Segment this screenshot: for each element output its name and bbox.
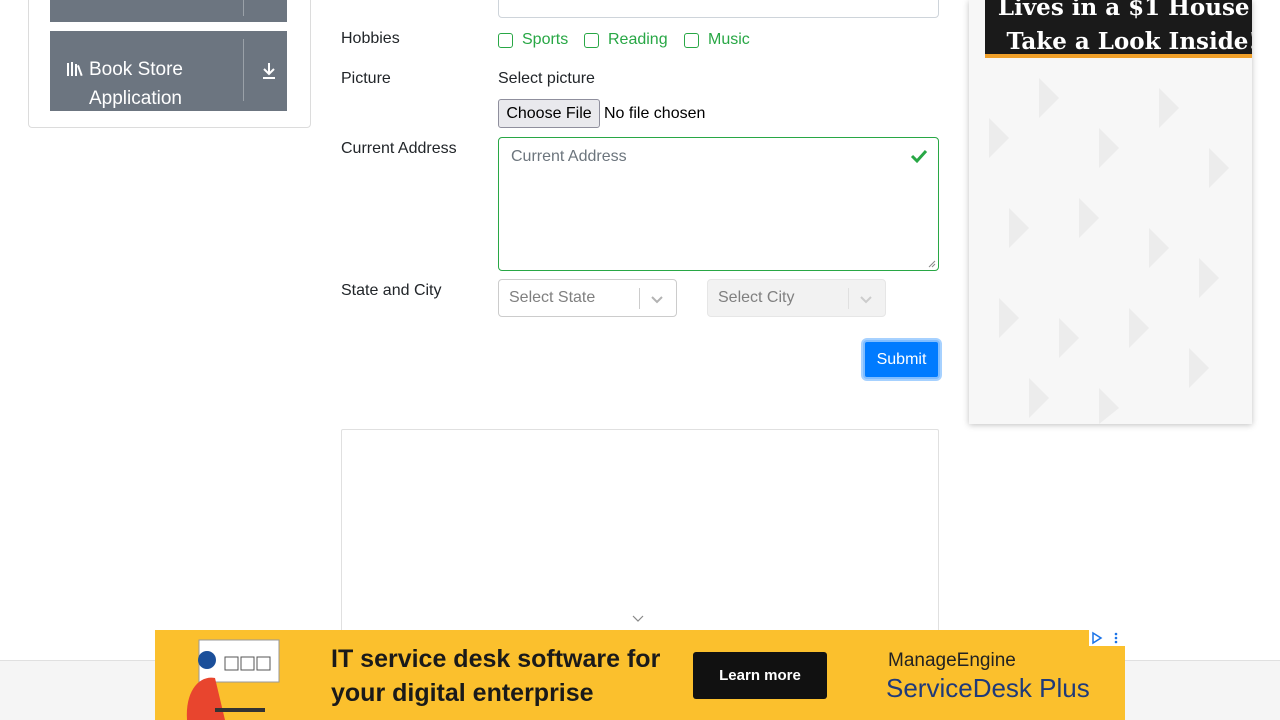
download-icon[interactable] [260,61,278,81]
bottom-ad-headline: IT service desk software for your digita… [331,645,661,707]
brand-name: ManageEngine [888,650,1016,671]
hobby-label: Music [708,31,750,48]
submit-button[interactable]: Submit [863,340,940,379]
ad-background-pattern [989,78,1229,424]
support-agent-illustration [186,639,280,720]
state-placeholder: Select State [509,289,596,306]
product-name: ServiceDesk Plus [886,673,1090,703]
sidebar-item-book-store[interactable]: Book Store Application [50,31,287,111]
address-placeholder: Current Address [511,148,627,165]
ad-headline: Lives in a $1 House - Take a Look Inside… [997,0,1252,55]
select-divider [848,288,849,309]
city-select[interactable]: Select City [707,279,886,317]
hobby-label: Reading [608,31,668,48]
ad-header: Lives in a $1 House - Take a Look Inside… [985,0,1252,58]
select-divider [639,288,640,309]
sidebar-item-divider [243,39,244,101]
ad-placeholder-box [341,429,939,649]
checkbox-box[interactable] [498,32,513,48]
resize-grip-icon[interactable] [928,260,936,268]
chevron-down-icon[interactable] [649,291,665,307]
state-city-label: State and City [341,282,442,299]
checkbox-box[interactable] [584,32,599,48]
library-icon [67,62,83,77]
adchoices-icon[interactable] [1089,630,1125,646]
choose-file-button[interactable]: Choose File [498,99,600,128]
state-select[interactable]: Select State [498,279,677,317]
hobby-music-checkbox[interactable]: Music [684,31,750,49]
hobby-sports-checkbox[interactable]: Sports [498,31,568,49]
current-address-label: Current Address [341,140,457,157]
valid-check-icon [910,149,928,164]
subjects-input[interactable] [498,0,939,18]
hobby-label: Sports [522,31,569,48]
file-status-text: No file chosen [604,105,706,122]
learn-more-button[interactable]: Learn more [693,652,827,699]
picture-label: Picture [341,70,391,87]
hobby-reading-checkbox[interactable]: Reading [584,31,668,49]
chevron-down-icon[interactable] [631,614,645,624]
select-picture-label: Select picture [498,70,595,87]
sidebar-item-label: Book Store Application [89,59,183,109]
chevron-down-icon[interactable] [858,291,874,307]
sidebar-item-previous[interactable] [50,0,287,22]
city-placeholder: Select City [718,289,795,306]
sidebar-item-divider [243,0,244,16]
current-address-textarea[interactable]: Current Address [498,137,939,271]
checkbox-box[interactable] [684,32,699,48]
hobbies-label: Hobbies [341,30,400,47]
right-advertisement[interactable]: Lives in a $1 House - Take a Look Inside… [969,0,1252,424]
bottom-advertisement[interactable]: IT service desk software for your digita… [155,630,1125,720]
